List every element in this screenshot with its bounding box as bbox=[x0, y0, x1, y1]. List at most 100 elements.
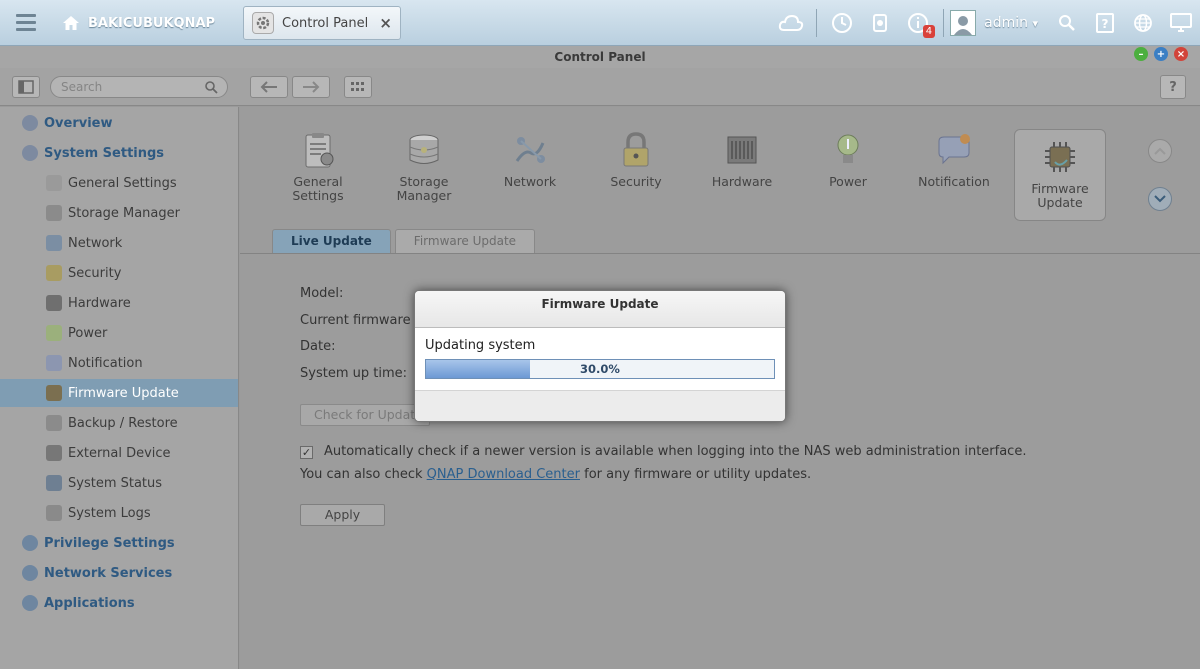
category-power[interactable]: Power bbox=[802, 131, 894, 221]
sidebar-toggle-button[interactable] bbox=[12, 76, 40, 98]
clipboard-icon bbox=[46, 175, 62, 191]
clipboard-icon bbox=[305, 133, 334, 168]
search-box[interactable] bbox=[50, 76, 228, 98]
sidebar-item-hardware[interactable]: Hardware bbox=[0, 289, 238, 317]
sidebar-item-system-settings[interactable]: System Settings bbox=[0, 139, 238, 167]
search-icon[interactable] bbox=[204, 80, 218, 94]
svg-text:?: ? bbox=[1102, 17, 1109, 31]
category-notification[interactable]: Notification bbox=[908, 131, 1000, 221]
sidebar-item-system-status[interactable]: System Status bbox=[0, 469, 238, 497]
divider bbox=[240, 253, 1200, 254]
sidebar-item-general-settings[interactable]: General Settings bbox=[0, 169, 238, 197]
back-button[interactable] bbox=[250, 76, 288, 98]
auto-check-checkbox[interactable]: ✓ bbox=[300, 446, 313, 459]
applications-icon bbox=[22, 595, 38, 611]
sidebar-item-power[interactable]: Power bbox=[0, 319, 238, 347]
notification-icon bbox=[938, 134, 970, 165]
network-icon bbox=[46, 235, 62, 251]
download-center-note: You can also check QNAP Download Center … bbox=[300, 467, 811, 482]
storage-icon bbox=[46, 205, 62, 221]
sidebar-item-applications[interactable]: Applications bbox=[0, 589, 238, 617]
progress-label: 30.0% bbox=[580, 362, 620, 376]
category-label: Hardware bbox=[711, 174, 773, 189]
all-apps-button[interactable] bbox=[344, 76, 372, 98]
tab-live-update[interactable]: Live Update bbox=[272, 229, 391, 253]
monitor-icon bbox=[46, 475, 62, 491]
sidebar-item-label: Backup / Restore bbox=[68, 415, 178, 431]
sidebar-item-network[interactable]: Network bbox=[0, 229, 238, 257]
dashboard-icon[interactable] bbox=[865, 8, 895, 38]
backup-icon bbox=[46, 415, 62, 431]
user-icon bbox=[22, 535, 38, 551]
cloud-icon[interactable] bbox=[776, 8, 806, 38]
main-menu-button[interactable] bbox=[8, 8, 44, 38]
external-device-icon bbox=[46, 445, 62, 461]
category-firmware-update[interactable]: Firmware Update bbox=[1014, 129, 1106, 221]
search-icon[interactable] bbox=[1052, 8, 1082, 38]
sidebar-item-label: Privilege Settings bbox=[44, 535, 175, 551]
sidebar: Overview System Settings General Settings S… bbox=[0, 107, 239, 669]
category-hardware[interactable]: Hardware bbox=[696, 131, 788, 221]
note-text: You can also check bbox=[300, 467, 427, 482]
category-label: Security bbox=[610, 174, 662, 189]
desktop-icon[interactable] bbox=[1166, 8, 1196, 38]
subtab-bar: Live Update Firmware Update bbox=[272, 229, 536, 253]
category-general-settings[interactable]: General Settings bbox=[272, 131, 364, 221]
forward-button[interactable] bbox=[292, 76, 330, 98]
arrow-right-icon bbox=[303, 81, 320, 93]
help-button[interactable]: ? bbox=[1160, 75, 1186, 99]
help-icon[interactable]: ? bbox=[1090, 8, 1120, 38]
category-storage-manager[interactable]: Storage Manager bbox=[378, 131, 470, 221]
sidebar-item-overview[interactable]: Overview bbox=[0, 109, 238, 137]
sidebar-item-system-logs[interactable]: System Logs bbox=[0, 499, 238, 527]
maximize-button[interactable]: + bbox=[1154, 47, 1168, 61]
sidebar-item-external-device[interactable]: External Device bbox=[0, 439, 238, 467]
tab-label: Control Panel bbox=[282, 15, 369, 31]
check-for-update-button[interactable]: Check for Updat bbox=[300, 404, 430, 426]
chevron-down-icon: ▾ bbox=[1032, 17, 1038, 30]
avatar[interactable] bbox=[950, 10, 977, 36]
sidebar-item-network-services[interactable]: Network Services bbox=[0, 559, 238, 587]
sidebar-item-notification[interactable]: Notification bbox=[0, 349, 238, 377]
sidebar-item-security[interactable]: Security bbox=[0, 259, 238, 287]
arrow-left-icon bbox=[260, 81, 277, 93]
dialog-message: Updating system bbox=[425, 338, 536, 353]
minimize-button[interactable]: – bbox=[1134, 47, 1148, 61]
user-menu[interactable]: admin ▾ bbox=[984, 15, 1038, 31]
apply-button[interactable]: Apply bbox=[300, 504, 385, 526]
sidebar-item-label: General Settings bbox=[68, 175, 177, 191]
sidebar-item-label: Storage Manager bbox=[68, 205, 180, 221]
scroll-up-button[interactable] bbox=[1148, 139, 1172, 163]
scroll-down-button[interactable] bbox=[1148, 187, 1172, 211]
category-security[interactable]: Security bbox=[590, 131, 682, 221]
sidebar-item-backup-restore[interactable]: Backup / Restore bbox=[0, 409, 238, 437]
toolbar: ? bbox=[0, 68, 1200, 106]
globe-icon[interactable] bbox=[1128, 8, 1158, 38]
clock-icon[interactable] bbox=[827, 8, 857, 38]
sidebar-item-firmware-update[interactable]: Firmware Update bbox=[0, 379, 238, 407]
home-button[interactable]: BAKICUBUKQNAP bbox=[62, 10, 215, 36]
current-firmware-label: Current firmware v bbox=[300, 313, 423, 328]
category-label: Storage bbox=[399, 174, 449, 189]
sidebar-item-label: Hardware bbox=[68, 295, 131, 311]
search-input[interactable] bbox=[51, 77, 201, 97]
window-title: Control Panel bbox=[0, 46, 1200, 68]
panel-icon bbox=[18, 80, 34, 94]
sidebar-item-storage-manager[interactable]: Storage Manager bbox=[0, 199, 238, 227]
home-icon bbox=[63, 16, 79, 30]
info-icon[interactable]: 4 bbox=[903, 8, 936, 38]
download-center-link[interactable]: QNAP Download Center bbox=[427, 467, 580, 482]
category-bar: General Settings Storage Manager Network… bbox=[240, 107, 1200, 227]
close-icon[interactable]: × bbox=[379, 14, 392, 32]
close-window-button[interactable]: × bbox=[1174, 47, 1188, 61]
divider bbox=[943, 9, 945, 37]
sidebar-item-privilege-settings[interactable]: Privilege Settings bbox=[0, 529, 238, 557]
category-label: Update bbox=[1037, 195, 1083, 210]
tab-control-panel[interactable]: Control Panel × bbox=[243, 6, 401, 40]
chip-icon bbox=[46, 385, 62, 401]
sidebar-item-label: Firmware Update bbox=[68, 385, 179, 401]
sidebar-item-label: Notification bbox=[68, 355, 143, 371]
tab-firmware-update[interactable]: Firmware Update bbox=[394, 229, 536, 253]
category-network[interactable]: Network bbox=[484, 131, 576, 221]
lock-icon bbox=[623, 132, 649, 167]
